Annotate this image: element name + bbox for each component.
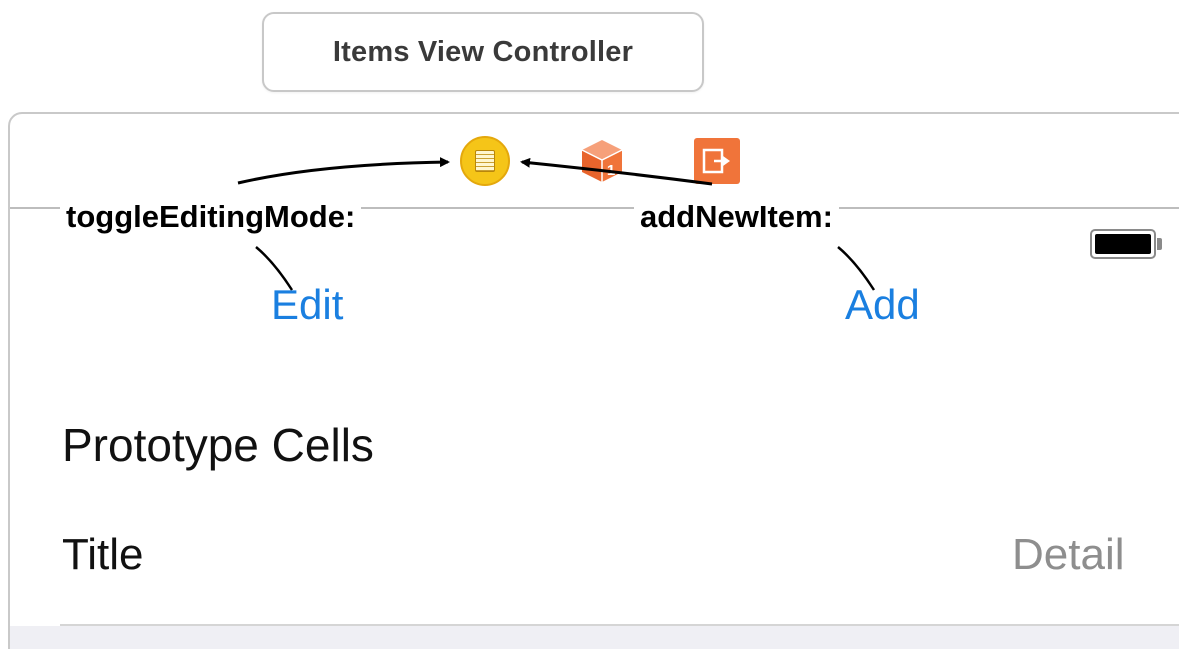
document-icon [475,150,495,172]
section-header: Prototype Cells [62,419,374,471]
storyboard-canvas: Items View Controller 1 toggleEditingMod… [0,0,1179,649]
scene-frame [8,112,1179,649]
view-controller-icon[interactable] [460,136,510,186]
first-responder-icon[interactable]: 1 [578,136,626,184]
cell-title-label: Title [62,530,144,579]
cell-separator [60,624,1179,626]
tooltip-text: Items View Controller [332,35,634,68]
toggle-editing-action-label: toggleEditingMode: [60,199,362,235]
edit-bar-button[interactable]: Edit [271,281,343,329]
scene-title-tooltip: Items View Controller [262,12,704,92]
add-new-item-action-label: addNewItem: [634,199,839,235]
exit-icon[interactable] [694,138,740,184]
cell-detail-label: Detail [1012,530,1125,579]
add-bar-button[interactable]: Add [845,281,920,329]
svg-text:1: 1 [607,162,615,179]
battery-icon [1090,229,1164,259]
table-background [10,626,1179,649]
